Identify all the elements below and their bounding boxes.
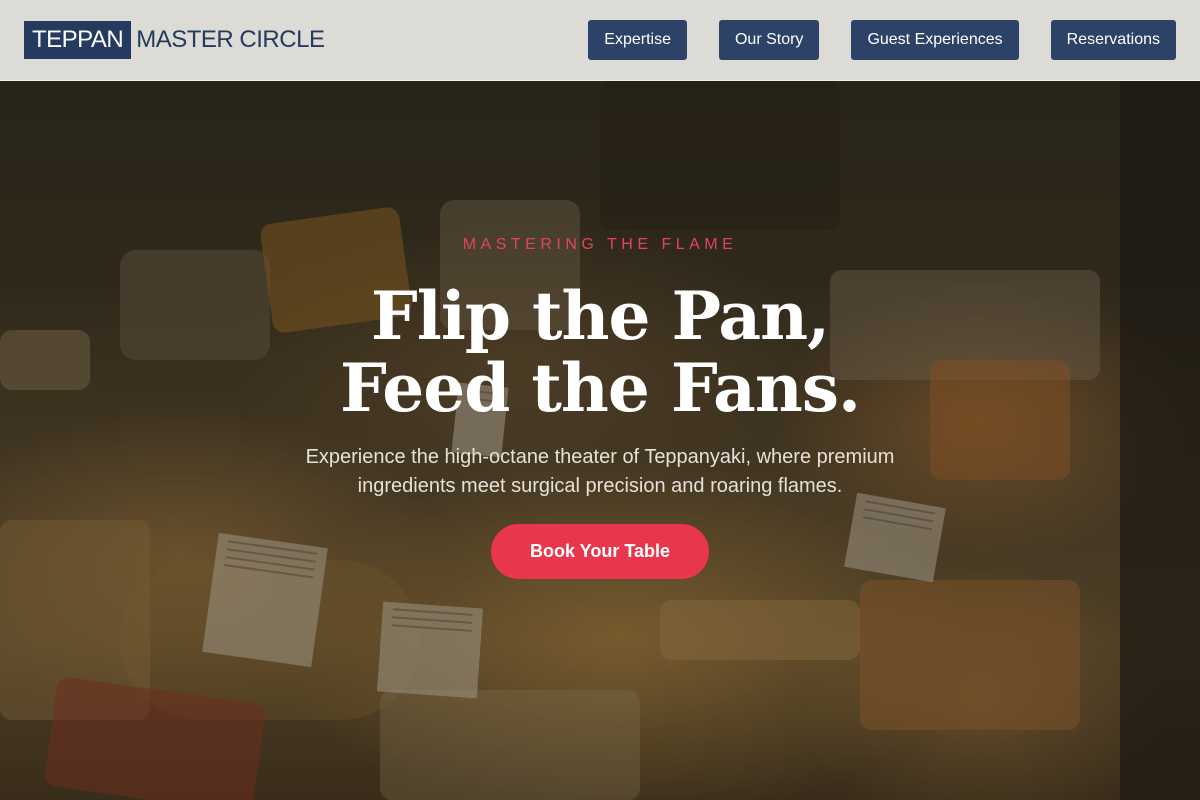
hero-headline: Flip the Pan, Feed the Fans. <box>0 280 1200 424</box>
hero-eyebrow: MASTERING THE FLAME <box>462 236 738 253</box>
hero-content: MASTERING THE FLAME Flip the Pan, Feed t… <box>0 0 1200 800</box>
hero-headline-line1: Flip the Pan, <box>370 277 830 355</box>
hero-subtext: Experience the high-octane theater of Te… <box>305 446 895 497</box>
hero-headline-line2: Feed the Fans. <box>340 349 861 427</box>
book-your-table-button[interactable]: Book Your Table <box>491 524 709 579</box>
